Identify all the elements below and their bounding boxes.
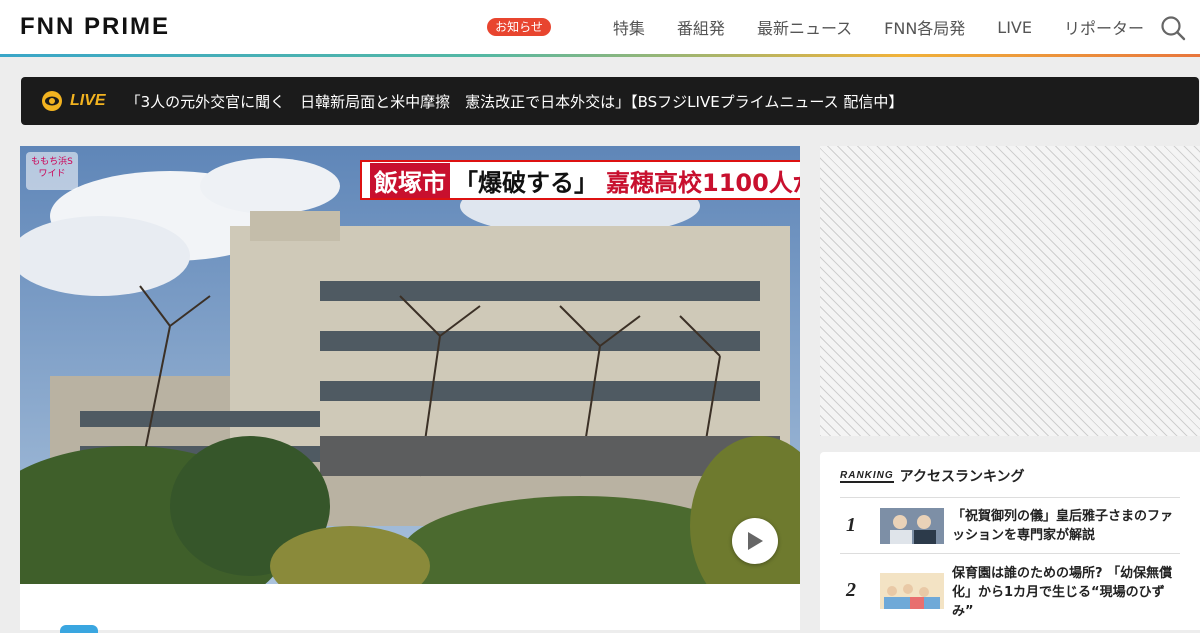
header-accent-stripe bbox=[0, 54, 1200, 57]
main-nav: お知らせ 特集 番組発 最新ニュース FNN各局発 LIVE リポーター bbox=[487, 0, 1144, 54]
ranking-item-2[interactable]: 2 保育園は誰のための場所? 「幼保無償化」から1カ月で生じる“現場のひずみ” bbox=[840, 553, 1180, 631]
ranking-item-title[interactable]: 「祝賀御列の儀」皇后雅子さまのファッションを専門家が解説 bbox=[952, 507, 1178, 545]
category-tag[interactable] bbox=[60, 625, 98, 633]
site-header: FNN PRIME お知らせ 特集 番組発 最新ニュース FNN各局発 LIVE… bbox=[0, 0, 1200, 54]
caption-quote: 「爆破する」 bbox=[454, 168, 598, 197]
caption-place: 飯塚市 bbox=[370, 162, 450, 198]
fnn-prime-logo[interactable]: FNN PRIME bbox=[20, 13, 170, 41]
rank-number: 2 bbox=[846, 579, 856, 601]
nav-item-live[interactable]: LIVE bbox=[997, 18, 1032, 37]
live-ticker[interactable]: LIVE 「3人の元外交官に聞く 日韓新局面と米中摩擦 憲法改正で日本外交は」【… bbox=[21, 77, 1199, 125]
logo-text: FNN PRIME bbox=[20, 13, 170, 40]
ranking-item-1[interactable]: 1 「祝賀御列の儀」皇后雅子さまのファッションを専門家が解説 bbox=[840, 497, 1180, 554]
rank-number: 1 bbox=[846, 514, 856, 536]
nav-item-reporters[interactable]: リポーター bbox=[1064, 15, 1144, 39]
ranking-header: RANKING アクセスランキング bbox=[840, 466, 1025, 486]
live-label: LIVE bbox=[70, 92, 106, 109]
tv-news-caption: 飯塚市 「爆破する」 嘉穂高校1100人が避難 bbox=[360, 160, 800, 200]
live-eye-icon bbox=[42, 91, 62, 111]
nav-item-latest-news[interactable]: 最新ニュース bbox=[757, 15, 852, 39]
ranking-thumbnail bbox=[880, 573, 944, 609]
nav-item-fnn-stations[interactable]: FNN各局発 bbox=[884, 15, 965, 39]
ranking-tag: RANKING bbox=[840, 469, 894, 483]
ad-placeholder bbox=[820, 146, 1200, 436]
nav-item-features[interactable]: 特集 bbox=[613, 15, 645, 39]
nav-item-programs[interactable]: 番組発 bbox=[677, 15, 725, 39]
ranking-title: アクセスランキング bbox=[899, 469, 1025, 485]
access-ranking: RANKING アクセスランキング 1 「祝賀御列の儀」皇后雅子さまのファッショ… bbox=[820, 452, 1200, 630]
live-headline[interactable]: 「3人の元外交官に聞く 日韓新局面と米中摩擦 憲法改正で日本外交は」【BSフジL… bbox=[126, 91, 904, 112]
tv-channel-logo: ももち浜S ワイド bbox=[26, 152, 78, 190]
ranking-thumbnail bbox=[880, 508, 944, 544]
video-thumbnail[interactable]: ももち浜S ワイド 飯塚市 「爆破する」 嘉穂高校1100人が避難 bbox=[20, 146, 800, 584]
school-building-image bbox=[20, 146, 800, 584]
play-button[interactable] bbox=[732, 518, 778, 564]
play-icon bbox=[748, 532, 763, 550]
notice-badge[interactable]: お知らせ bbox=[487, 18, 551, 36]
main-video-card[interactable]: ももち浜S ワイド 飯塚市 「爆破する」 嘉穂高校1100人が避難 bbox=[20, 146, 800, 633]
search-icon[interactable] bbox=[1160, 15, 1186, 41]
caption-rest: 嘉穂高校1100人が避難 bbox=[606, 168, 800, 197]
ranking-item-title[interactable]: 保育園は誰のための場所? 「幼保無償化」から1カ月で生じる“現場のひずみ” bbox=[952, 564, 1178, 621]
